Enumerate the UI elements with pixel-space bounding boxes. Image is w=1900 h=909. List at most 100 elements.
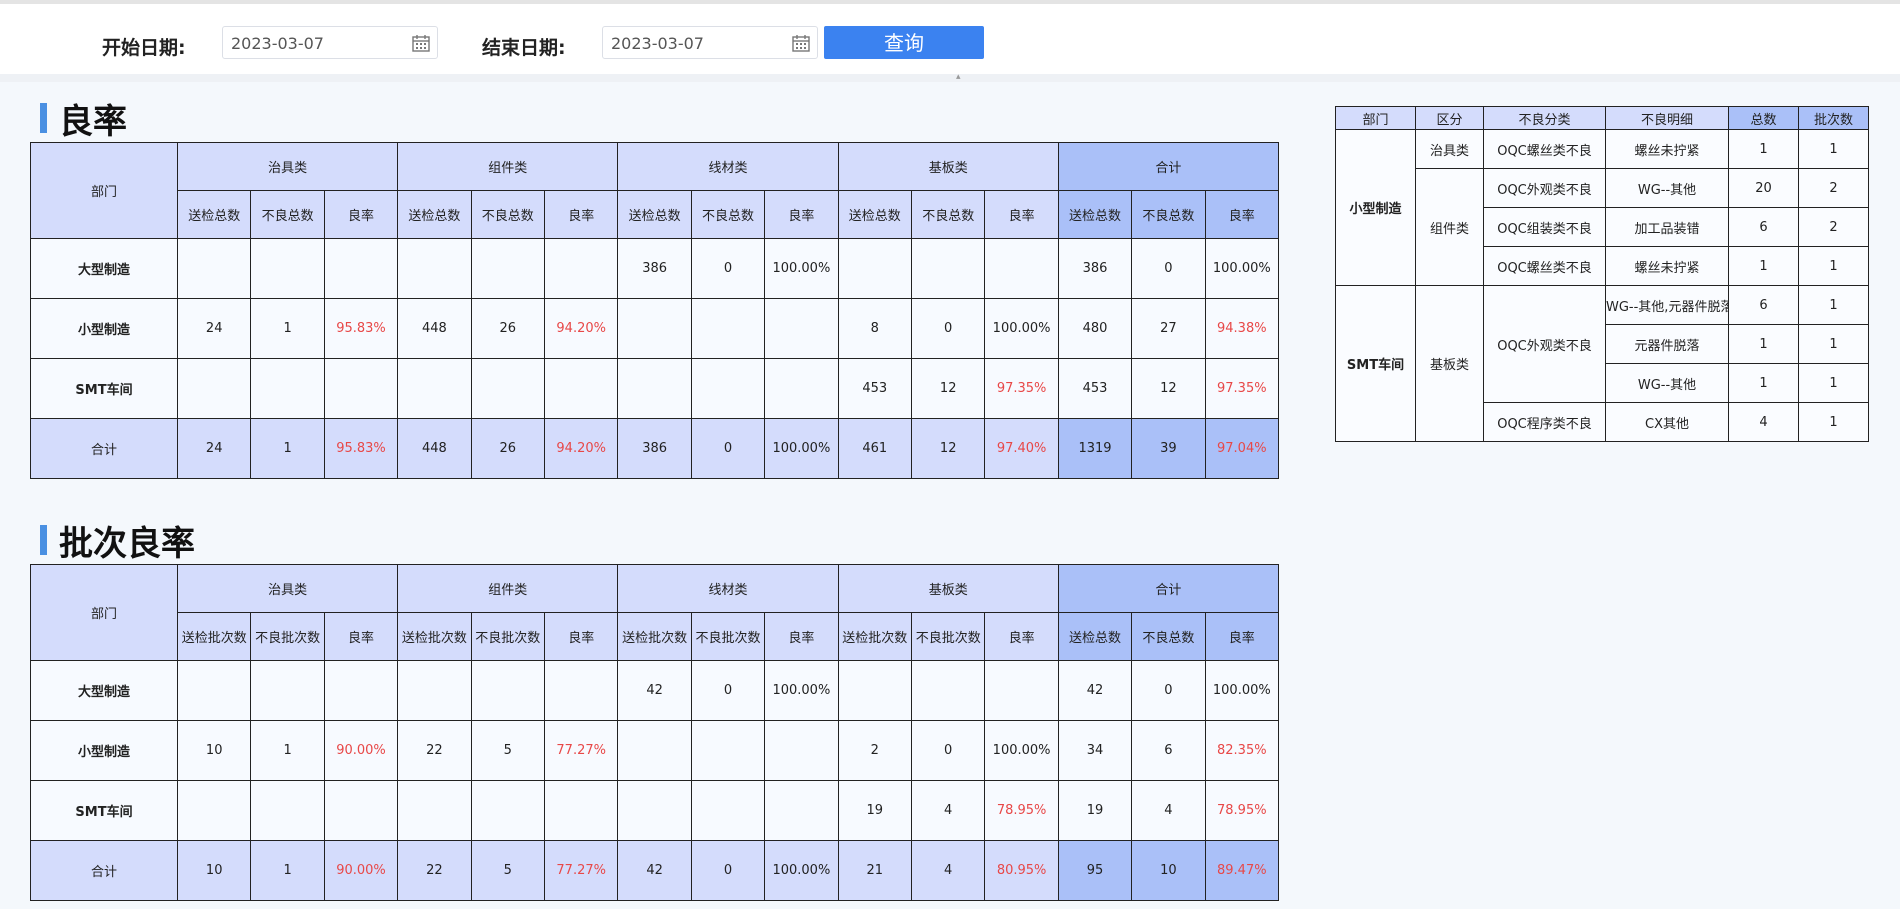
value-cell: 2 <box>837 720 913 781</box>
detail-dept-cell: 小型制造 <box>1335 129 1416 286</box>
value-cell <box>323 660 399 721</box>
value-cell <box>176 358 252 419</box>
detail-category-cell: 治具类 <box>1415 129 1484 169</box>
sub-header: 良率 <box>764 190 839 239</box>
detail-total-cell: 1 <box>1728 363 1799 403</box>
end-date-label: 结束日期: <box>482 37 566 59</box>
total-value-cell: 95.83% <box>323 418 399 479</box>
query-button[interactable]: 查询 <box>824 26 984 59</box>
detail-batch-cell: 2 <box>1798 168 1869 208</box>
value-cell: 0 <box>1131 238 1206 299</box>
detail-dept-cell: SMT车间 <box>1335 285 1416 442</box>
value-cell: 5 <box>470 720 545 781</box>
value-cell: 42 <box>1057 660 1133 721</box>
start-date-value: 2023-03-07 <box>231 34 324 53</box>
value-cell <box>176 238 252 299</box>
sub-header: 不良总数 <box>910 190 986 239</box>
value-cell: 19 <box>1057 780 1133 841</box>
detail-total-cell: 4 <box>1728 402 1799 442</box>
value-cell: 78.95% <box>984 780 1059 841</box>
value-cell: 97.35% <box>1204 358 1280 419</box>
batch-yield-table: 部门 治具类 组件类 线材类 基板类 合计 送检批次数 不良批次数 良率 送检批次数 不良批次数 良率… <box>30 564 1280 901</box>
detail-category-cell: 组件类 <box>1415 168 1484 286</box>
value-cell: 4 <box>1131 780 1206 841</box>
sub-header: 不良批次数 <box>910 612 986 661</box>
batch-title: 批次良率 <box>59 523 195 564</box>
group-header: 治具类 <box>176 564 399 613</box>
title-accent-bar <box>40 103 47 133</box>
sub-header: 不良批次数 <box>250 612 325 661</box>
total-value-cell: 42 <box>617 840 692 901</box>
total-value-cell: 0 <box>690 418 766 479</box>
value-cell <box>764 298 839 359</box>
value-cell <box>176 780 252 841</box>
sub-header: 良率 <box>764 612 839 661</box>
total-value-cell: 4 <box>910 840 986 901</box>
detail-header: 总数 <box>1728 106 1799 130</box>
collapse-handle-icon[interactable]: ▴ <box>956 72 961 82</box>
sub-header: 不良批次数 <box>690 612 766 661</box>
value-cell: 453 <box>1057 358 1133 419</box>
value-cell <box>617 780 692 841</box>
calendar-icon[interactable] <box>411 33 431 53</box>
value-cell <box>984 238 1059 299</box>
sub-header: 送检总数 <box>397 190 472 239</box>
end-date-input[interactable]: 2023-03-07 <box>602 26 818 59</box>
total-value-cell: 24 <box>176 418 252 479</box>
value-cell <box>690 720 766 781</box>
sub-header: 送检总数 <box>1057 612 1133 661</box>
total-value-cell: 10 <box>1131 840 1206 901</box>
defect-detail-table: 部门 区分 不良分类 不良明细 总数 批次数 小型制造 治具类 OQC螺丝类不良… <box>1335 106 1869 442</box>
value-cell: 10 <box>176 720 252 781</box>
table-row: 小型制造 24 1 95.83% 448 26 94.20% 8 0 100.00% 480 27 94… <box>30 298 1280 359</box>
dept-cell: 大型制造 <box>30 660 178 721</box>
dept-header: 部门 <box>30 564 178 661</box>
value-cell <box>910 660 986 721</box>
value-cell: 78.95% <box>1204 780 1280 841</box>
value-cell: 12 <box>910 358 986 419</box>
value-cell: 100.00% <box>764 660 839 721</box>
value-cell <box>176 660 252 721</box>
value-cell <box>543 780 619 841</box>
total-value-cell: 386 <box>617 418 692 479</box>
sub-header: 良率 <box>984 190 1059 239</box>
detail-header: 不良分类 <box>1483 106 1606 130</box>
sub-header: 送检批次数 <box>617 612 692 661</box>
start-date-input[interactable]: 2023-03-07 <box>222 26 438 59</box>
total-value-cell: 10 <box>176 840 252 901</box>
table-row: SMT车间 19 4 78.95% 19 4 78.95% <box>30 780 1280 841</box>
value-cell <box>543 660 619 721</box>
total-row: 合计 24 1 95.83% 448 26 94.20% 386 0 100.00% 461 12 97… <box>30 418 1280 479</box>
detail-item-cell: 加工品装错 <box>1605 207 1729 247</box>
total-value-cell: 97.40% <box>984 418 1059 479</box>
total-value-cell: 94.20% <box>543 418 619 479</box>
value-cell <box>617 298 692 359</box>
value-cell: 82.35% <box>1204 720 1280 781</box>
start-date-label: 开始日期: <box>102 37 186 59</box>
value-cell <box>764 358 839 419</box>
total-value-cell: 448 <box>397 418 472 479</box>
sub-header: 良率 <box>984 612 1059 661</box>
dept-header: 部门 <box>30 142 178 239</box>
value-cell <box>397 358 472 419</box>
value-cell <box>543 358 619 419</box>
value-cell: 77.27% <box>543 720 619 781</box>
calendar-icon[interactable] <box>791 33 811 53</box>
total-value-cell: 97.04% <box>1204 418 1280 479</box>
sub-header: 送检总数 <box>176 190 252 239</box>
value-cell: 0 <box>690 238 766 299</box>
panel-divider <box>0 74 1900 82</box>
batch-section-title: 批次良率 <box>40 520 195 564</box>
value-cell: 26 <box>470 298 545 359</box>
value-cell: 19 <box>837 780 913 841</box>
detail-category-cell: 基板类 <box>1415 285 1484 442</box>
total-value-cell: 100.00% <box>764 418 839 479</box>
sub-header: 良率 <box>323 190 399 239</box>
group-header: 线材类 <box>617 142 839 191</box>
total-value-cell: 21 <box>837 840 913 901</box>
total-value-cell: 1 <box>250 840 325 901</box>
value-cell: 100.00% <box>764 238 839 299</box>
sub-header: 送检总数 <box>617 190 692 239</box>
detail-total-cell: 20 <box>1728 168 1799 208</box>
value-cell <box>690 298 766 359</box>
